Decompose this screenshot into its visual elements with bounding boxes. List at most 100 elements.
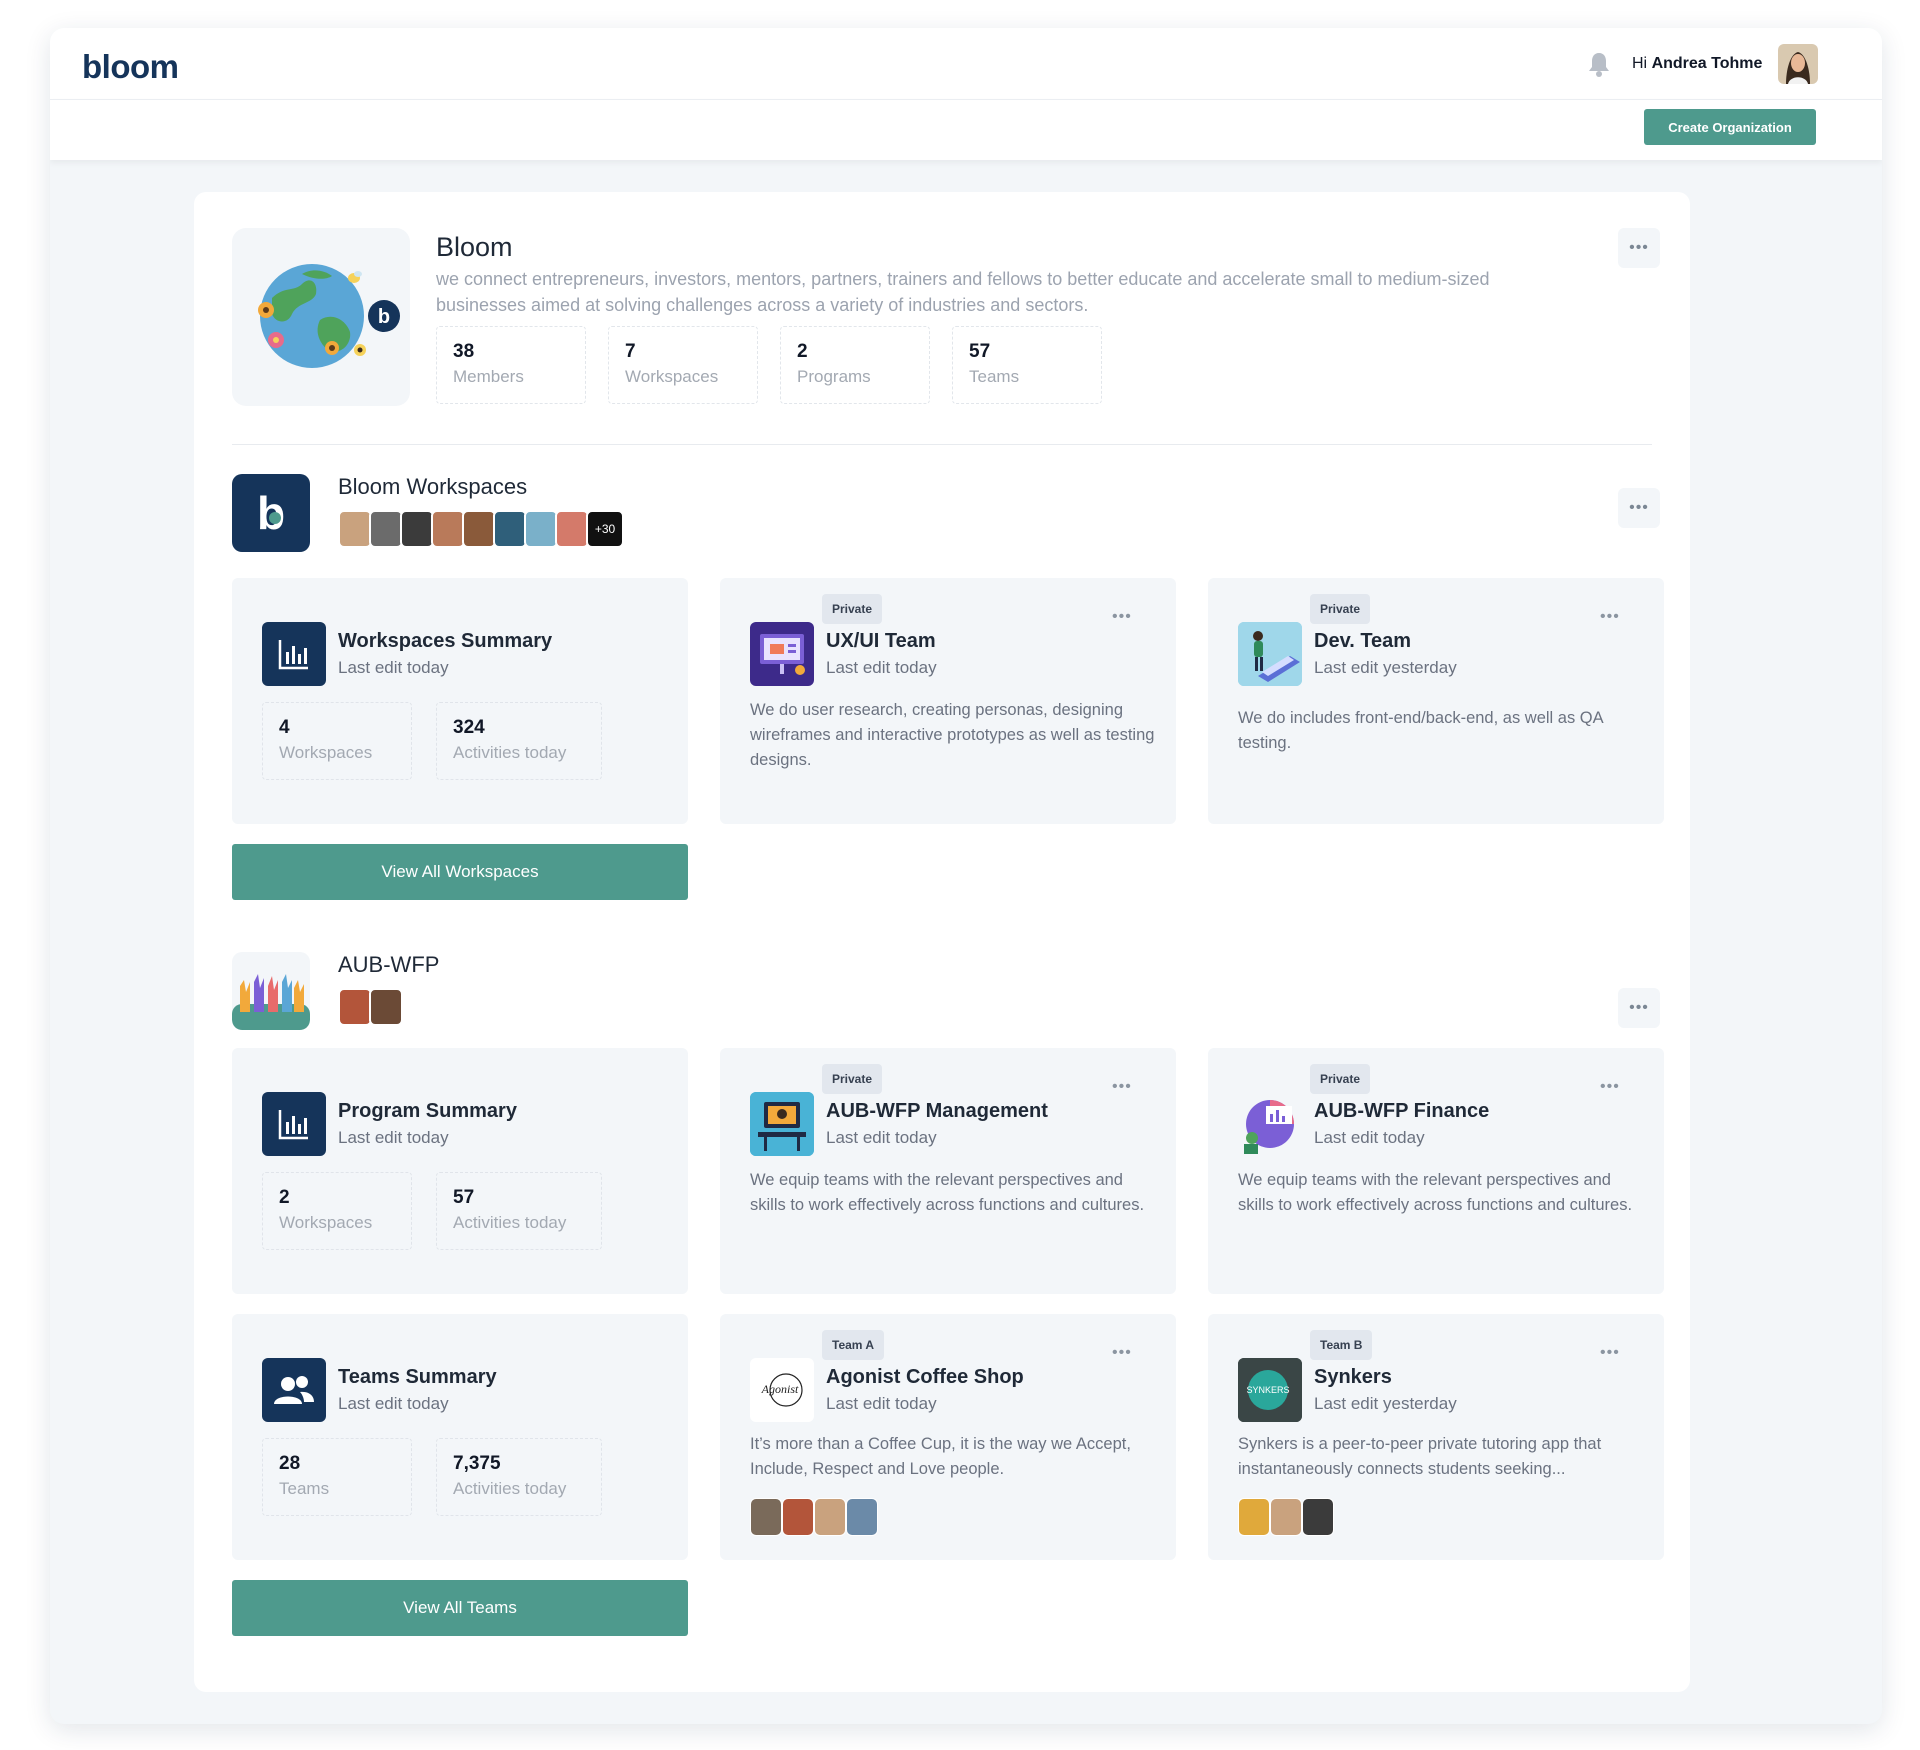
program-card[interactable]: Private ••• AUB-WFP Finance Last edit to…: [1208, 1048, 1664, 1294]
developer-illustration-icon: [1238, 622, 1302, 686]
summary-stat: 2 Workspaces: [262, 1172, 412, 1250]
aub-more-button[interactable]: •••: [1618, 988, 1660, 1028]
section-divider: [232, 444, 1652, 445]
card-description: We do includes front-end/back-end, as we…: [1238, 709, 1603, 752]
card-description: We equip teams with the relevant perspec…: [1238, 1171, 1633, 1214]
stat-value: 324: [453, 717, 485, 738]
card-description: Synkers is a peer-to-peer private tutori…: [1238, 1435, 1602, 1478]
card-more-icon[interactable]: •••: [1112, 1078, 1132, 1096]
svg-text:b: b: [257, 487, 285, 539]
workspaces-summary-card[interactable]: Workspaces Summary Last edit today 4 Wor…: [232, 578, 688, 824]
member-avatar: [524, 510, 558, 548]
bar-chart-icon: [262, 622, 326, 686]
organization-panel: b Bloom we connect entrepreneurs, invest…: [194, 192, 1690, 1692]
card-subtitle: Last edit today: [338, 1128, 449, 1147]
organization-more-button[interactable]: •••: [1618, 228, 1660, 268]
card-title: AUB-WFP Finance: [1314, 1100, 1490, 1122]
card-title: Synkers: [1314, 1366, 1392, 1388]
stat-label: Members: [453, 367, 524, 386]
stat-label: Teams: [279, 1479, 330, 1498]
aub-members-avatars[interactable]: [338, 988, 403, 1026]
card-more-icon[interactable]: •••: [1600, 1078, 1620, 1096]
notification-bell-icon[interactable]: [1586, 50, 1612, 78]
card-title: AUB-WFP Management: [826, 1100, 1048, 1122]
user-name[interactable]: Andrea Tohme: [1652, 55, 1763, 72]
summary-stat: 4 Workspaces: [262, 702, 412, 780]
workspaces-section-title: Bloom Workspaces: [338, 474, 528, 499]
card-more-icon[interactable]: •••: [1600, 1344, 1620, 1362]
stat-value: 57: [453, 1187, 475, 1208]
program-summary-card[interactable]: Program Summary Last edit today 2 Worksp…: [232, 1048, 688, 1294]
user-avatar[interactable]: [1778, 44, 1818, 84]
member-avatar: [338, 988, 372, 1026]
member-avatar: [493, 510, 527, 548]
svg-text:Agonist: Agonist: [761, 1382, 799, 1396]
team-card[interactable]: Team B ••• SYNKERS Synkers Last edit yes…: [1208, 1314, 1664, 1560]
more-members-count[interactable]: +30: [586, 510, 624, 548]
workspace-members-avatars[interactable]: +30: [338, 510, 624, 548]
people-icon: [262, 1358, 326, 1422]
stat-members: 38 Members: [436, 326, 586, 404]
synkers-logo-icon: SYNKERS: [1238, 1358, 1302, 1422]
team-members-avatars[interactable]: [1238, 1498, 1334, 1536]
member-avatar: [782, 1498, 814, 1536]
management-illustration-icon: [750, 1092, 814, 1156]
program-card[interactable]: Private ••• AUB-WFP Management Last edit…: [720, 1048, 1176, 1294]
stat-label: Activities today: [453, 1213, 567, 1232]
stat-label: Teams: [969, 367, 1020, 386]
member-avatar: [369, 988, 403, 1026]
workspace-card[interactable]: Private ••• Dev. Team Last edit yesterda…: [1208, 578, 1664, 824]
team-card[interactable]: Team A ••• Agonist Agonist Coffee Shop L…: [720, 1314, 1176, 1560]
card-subtitle: Last edit yesterday: [1314, 1394, 1457, 1413]
member-avatar: [1270, 1498, 1302, 1536]
stat-value: 38: [453, 341, 475, 362]
summary-stat: 7,375 Activities today: [436, 1438, 602, 1516]
card-description: It’s more than a Coffee Cup, it is the w…: [750, 1435, 1131, 1478]
top-navigation-bar: bloom Hi Andrea Tohme: [50, 28, 1882, 100]
card-more-icon[interactable]: •••: [1600, 608, 1620, 626]
finance-illustration-icon: [1238, 1092, 1302, 1156]
card-subtitle: Last edit today: [826, 658, 937, 677]
view-all-workspaces-button[interactable]: View All Workspaces: [232, 844, 688, 900]
view-all-teams-button[interactable]: View All Teams: [232, 1580, 688, 1636]
member-avatar: [400, 510, 434, 548]
card-title: Agonist Coffee Shop: [826, 1366, 1024, 1388]
agonist-logo-icon: Agonist: [750, 1358, 814, 1422]
svg-text:b: b: [378, 306, 390, 328]
stat-value: 28: [279, 1453, 301, 1474]
privacy-badge: Private: [822, 594, 883, 624]
workspaces-more-button[interactable]: •••: [1618, 488, 1660, 528]
summary-stat: 28 Teams: [262, 1438, 412, 1516]
member-avatar: [1302, 1498, 1334, 1536]
greeting-text: Hi: [1632, 55, 1648, 72]
stat-label: Workspaces: [279, 1213, 373, 1232]
workspace-card[interactable]: Private ••• UX/UI Team Last edit today W…: [720, 578, 1176, 824]
create-organization-button[interactable]: Create Organization: [1644, 109, 1816, 145]
card-more-icon[interactable]: •••: [1112, 1344, 1132, 1362]
ux-design-illustration-icon: [750, 622, 814, 686]
svg-text:SYNKERS: SYNKERS: [1246, 1385, 1289, 1395]
bloom-logo[interactable]: bloom: [82, 48, 179, 86]
privacy-badge: Private: [1310, 1064, 1371, 1094]
workspaces-logo-icon: b: [232, 474, 310, 552]
stat-value: 57: [969, 341, 991, 362]
card-subtitle: Last edit today: [826, 1128, 937, 1147]
member-avatar: [846, 1498, 878, 1536]
card-description: We equip teams with the relevant perspec…: [750, 1171, 1145, 1214]
card-description: We do user research, creating personas, …: [750, 701, 1155, 769]
card-more-icon[interactable]: •••: [1112, 608, 1132, 626]
teams-summary-card[interactable]: Teams Summary Last edit today 28 Teams 7…: [232, 1314, 688, 1560]
privacy-badge: Private: [1310, 594, 1371, 624]
stat-value: 7,375: [453, 1453, 501, 1474]
user-greeting: Hi Andrea Tohme: [1632, 55, 1762, 73]
card-title: Teams Summary: [338, 1366, 497, 1388]
stat-programs: 2 Programs: [780, 326, 930, 404]
member-avatar: [369, 510, 403, 548]
stat-workspaces: 7 Workspaces: [608, 326, 758, 404]
organization-description: we connect entrepreneurs, investors, men…: [436, 269, 1490, 315]
summary-stat: 57 Activities today: [436, 1172, 602, 1250]
stat-value: 2: [797, 341, 808, 362]
team-members-avatars[interactable]: [750, 1498, 878, 1536]
organization-name: Bloom: [436, 232, 513, 262]
member-avatar: [338, 510, 372, 548]
